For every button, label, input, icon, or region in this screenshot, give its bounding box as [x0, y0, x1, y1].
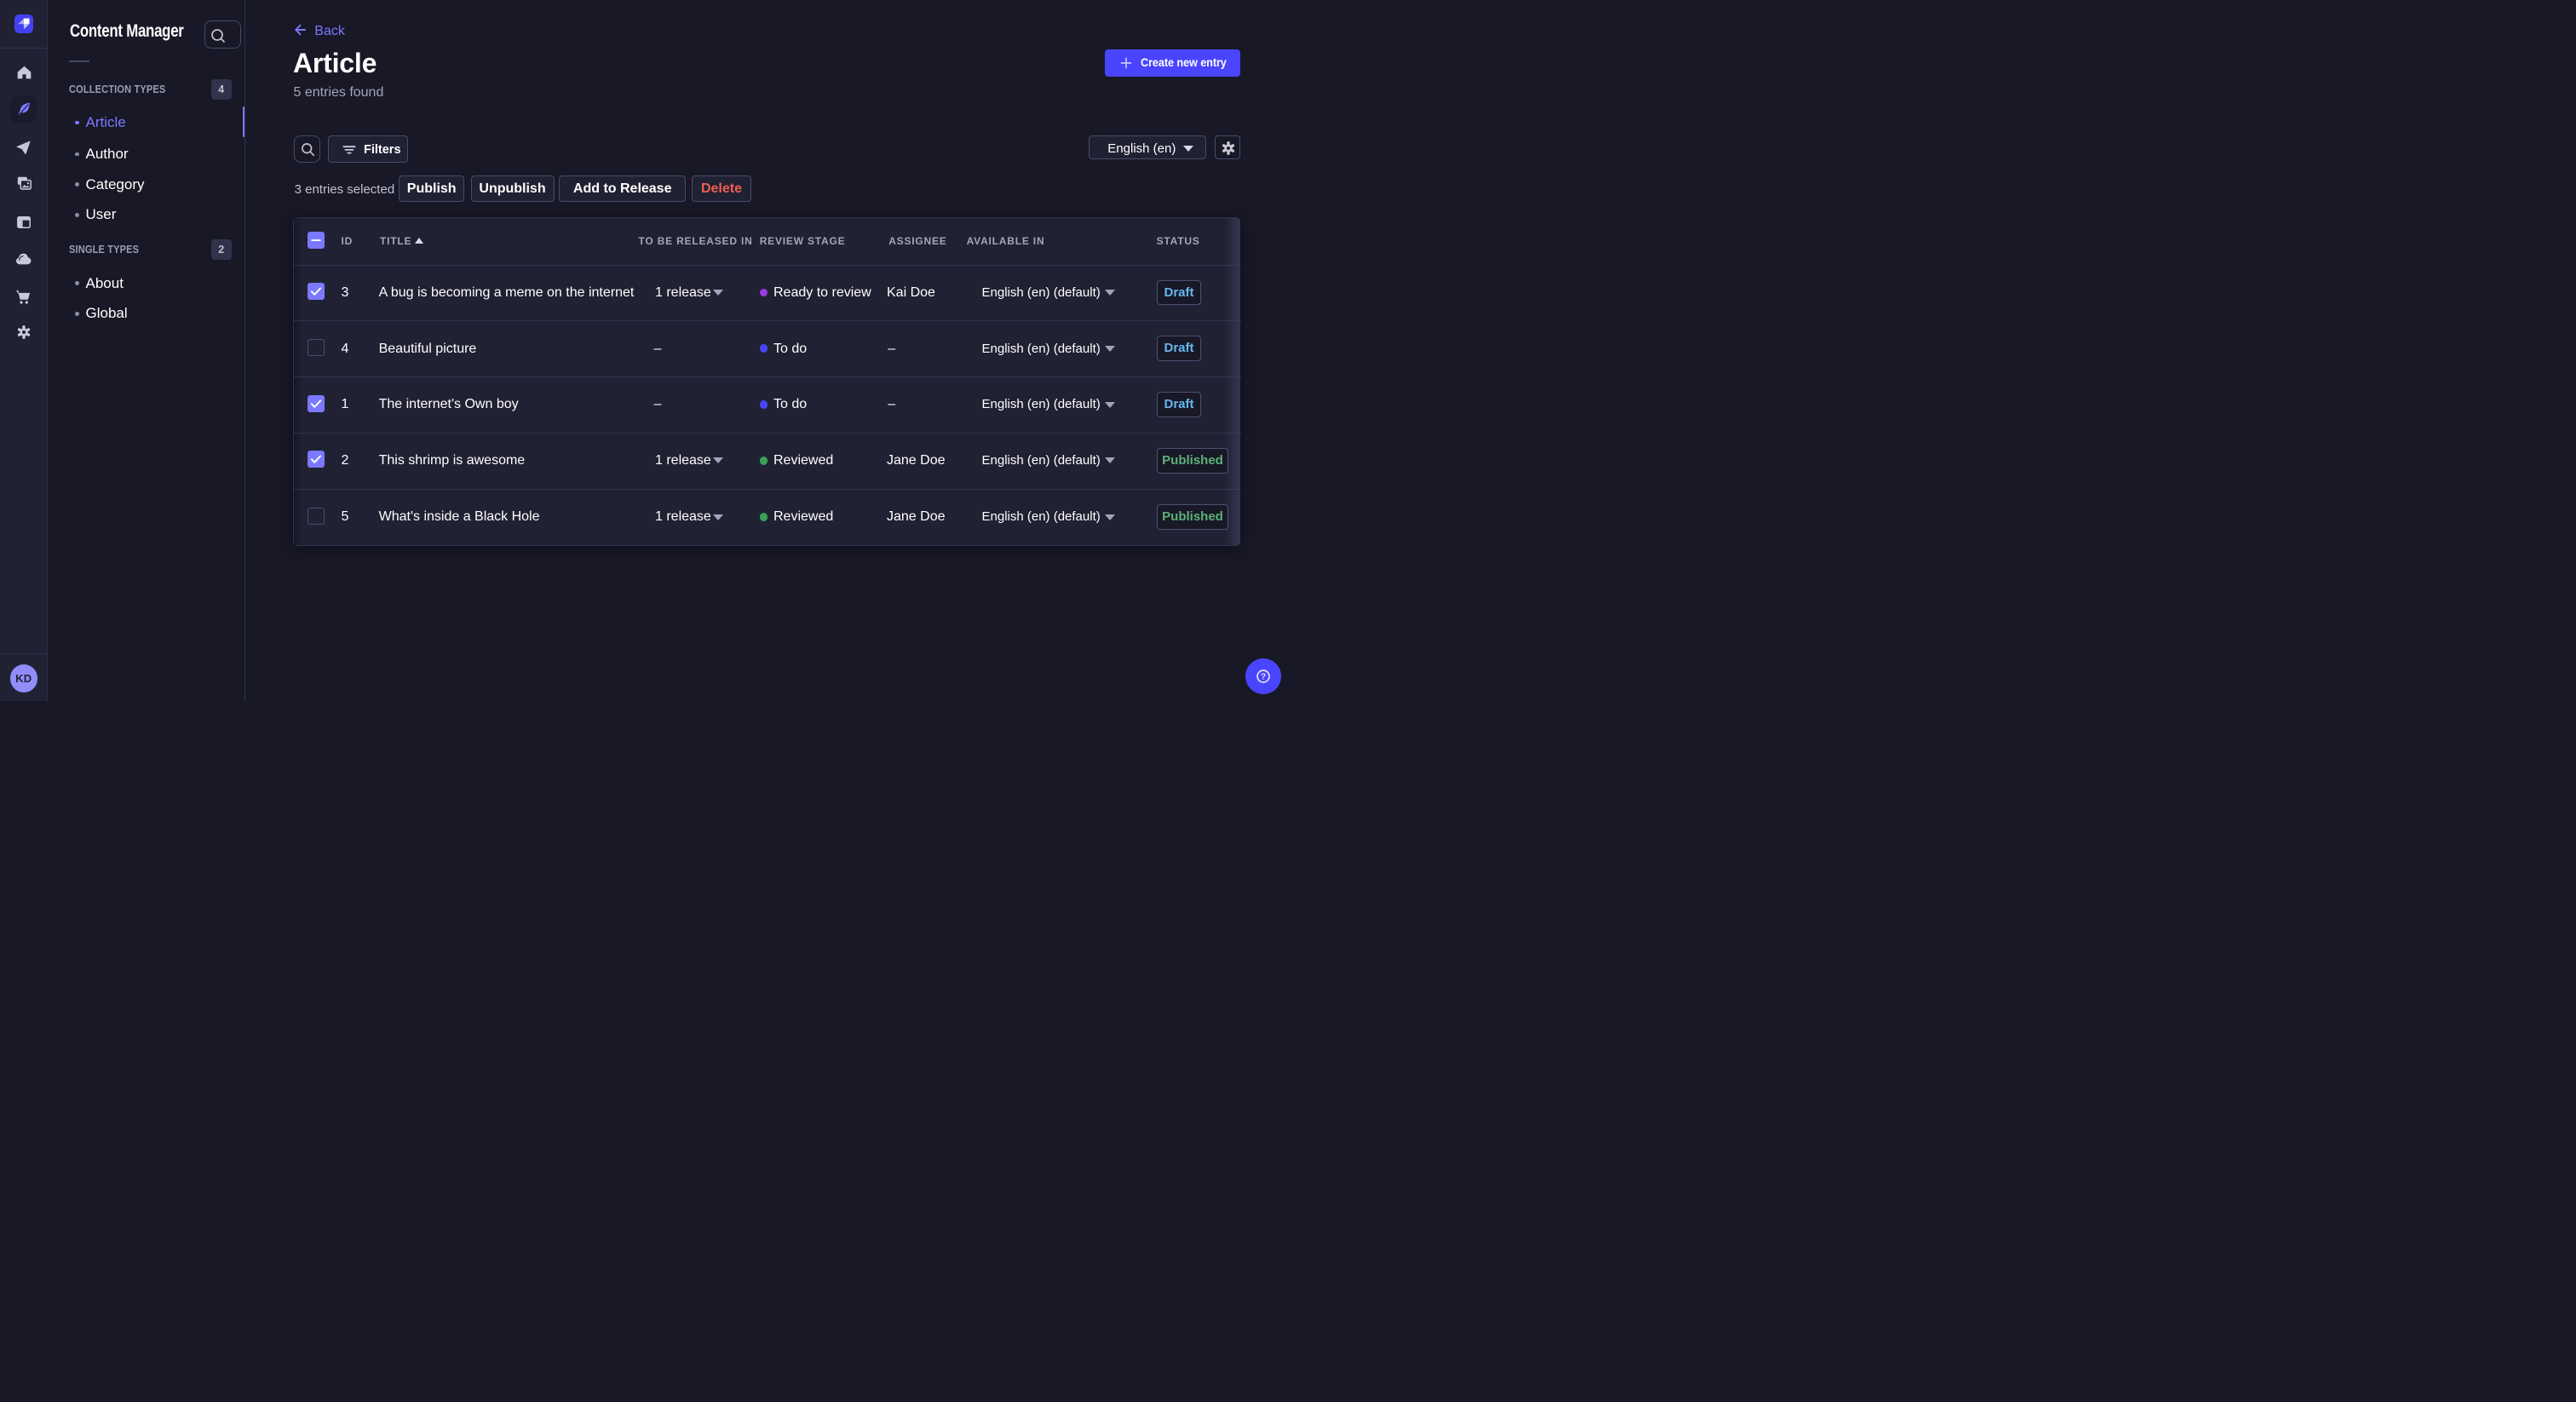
- svg-text:?: ?: [1261, 672, 1266, 682]
